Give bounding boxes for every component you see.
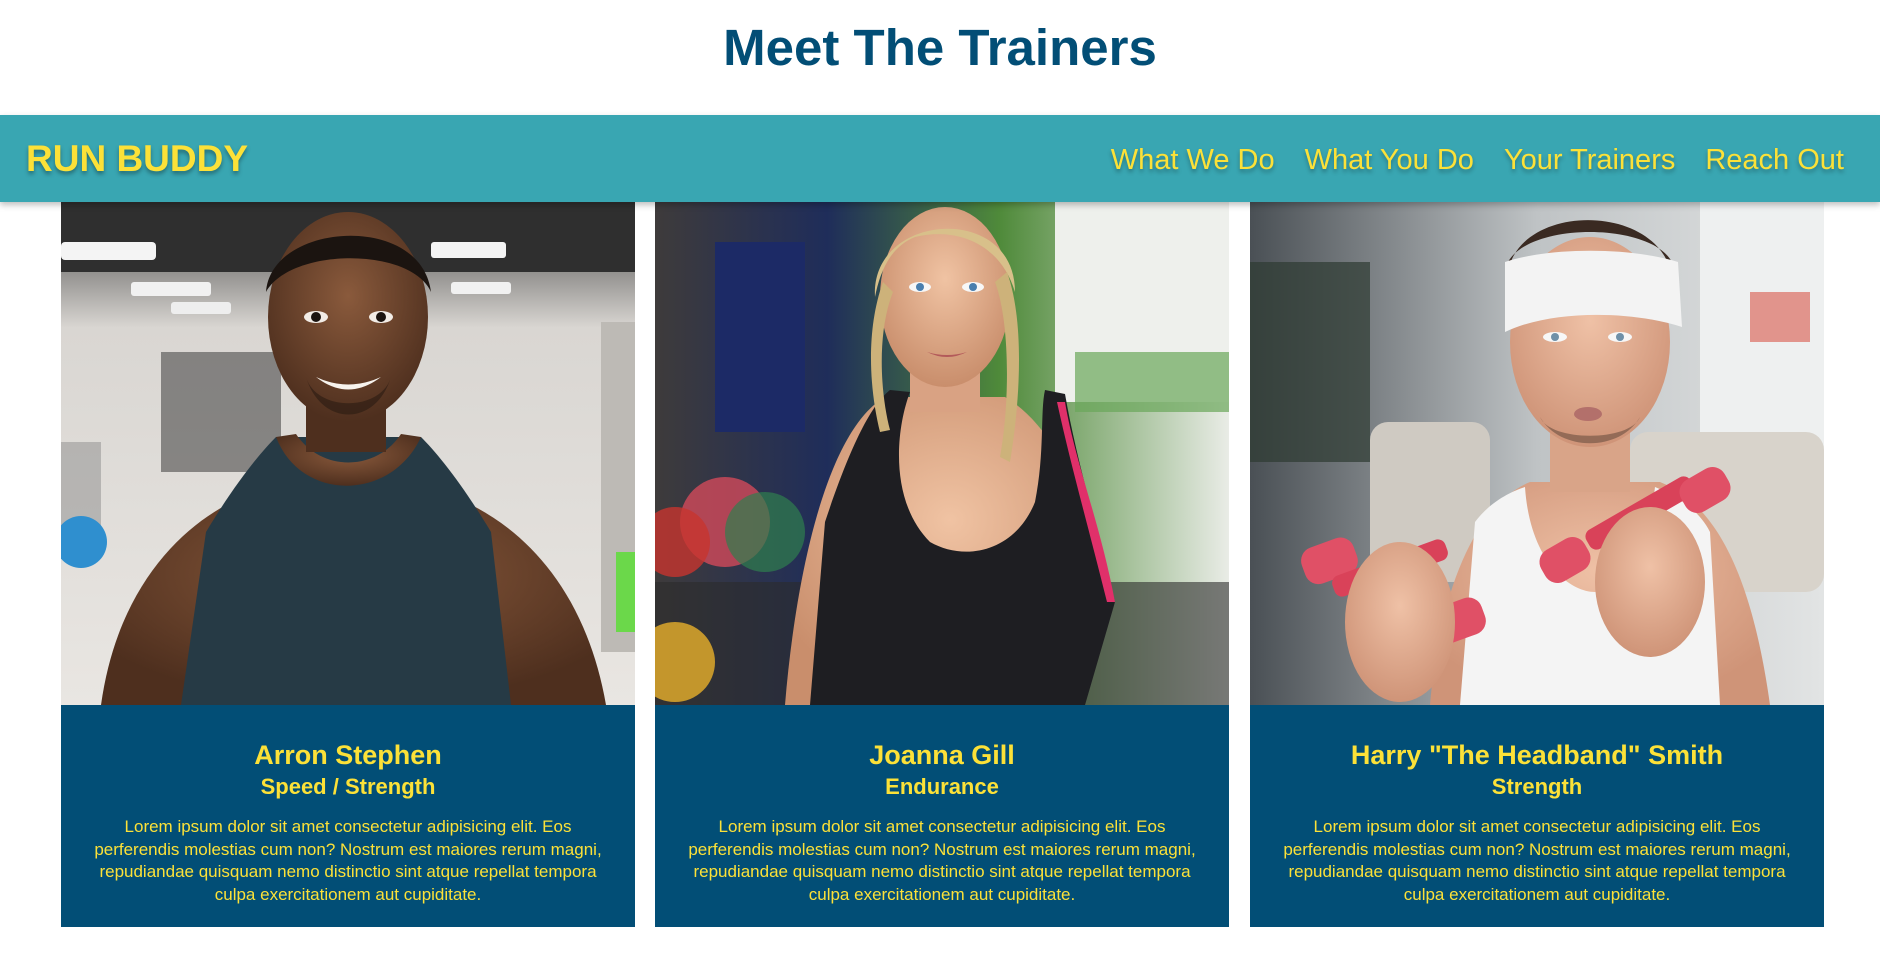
trainer-card: Harry "The Headband" Smith Strength Lore… [1250, 202, 1824, 927]
main-nav: What We Do What You Do Your Trainers Rea… [1111, 115, 1844, 202]
trainer-photo-woman-tank-top [655, 202, 1229, 705]
trainer-photo [61, 202, 635, 705]
nav-link-what-you-do[interactable]: What You Do [1305, 144, 1474, 176]
brand-logo[interactable]: RUN BUDDY [26, 115, 248, 202]
trainer-role: Endurance [885, 774, 999, 799]
trainer-name: Harry "The Headband" Smith [1350, 740, 1724, 770]
nav-link-what-we-do[interactable]: What We Do [1111, 144, 1275, 176]
trainer-role: Strength [1491, 774, 1583, 799]
trainer-role: Speed / Strength [260, 774, 436, 799]
trainer-photo [1250, 202, 1824, 705]
trainer-card: Arron Stephen Speed / Strength Lorem ips… [61, 202, 635, 927]
trainer-photo-man-tank-top [61, 202, 635, 705]
trainers-section: Arron Stephen Speed / Strength Lorem ips… [61, 202, 1824, 927]
site-header: RUN BUDDY What We Do What You Do Your Tr… [0, 115, 1880, 202]
trainer-card-body: Joanna Gill Endurance Lorem ipsum dolor … [655, 705, 1229, 927]
nav-link-reach-out[interactable]: Reach Out [1705, 144, 1844, 176]
trainer-name: Arron Stephen [254, 740, 442, 770]
trainer-bio: Lorem ipsum dolor sit amet consectetur a… [1283, 817, 1791, 904]
trainer-card-body: Harry "The Headband" Smith Strength Lore… [1250, 705, 1824, 927]
nav-link-your-trainers[interactable]: Your Trainers [1504, 144, 1675, 176]
trainer-bio: Lorem ipsum dolor sit amet consectetur a… [94, 817, 602, 904]
trainer-photo [655, 202, 1229, 705]
trainer-name: Joanna Gill [869, 740, 1015, 770]
trainer-card: Joanna Gill Endurance Lorem ipsum dolor … [655, 202, 1229, 927]
trainer-bio: Lorem ipsum dolor sit amet consectetur a… [688, 817, 1196, 904]
page-title: Meet The Trainers [723, 19, 1157, 76]
trainer-card-body: Arron Stephen Speed / Strength Lorem ips… [61, 705, 635, 927]
trainer-photo-man-headband-dumbbells [1250, 202, 1824, 705]
